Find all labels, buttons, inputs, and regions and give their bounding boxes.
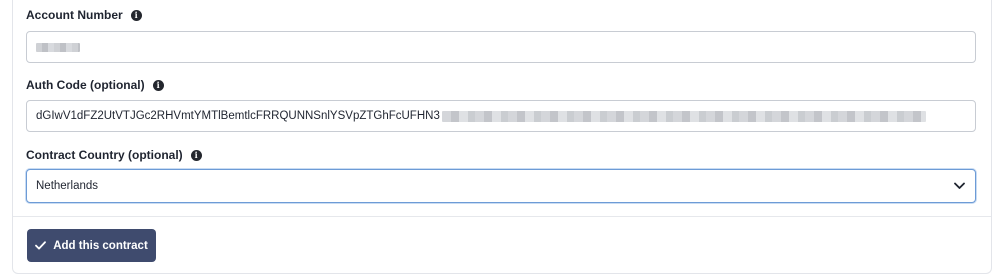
info-icon[interactable]: i	[152, 79, 164, 91]
contract-country-selected-value: Netherlands	[36, 180, 99, 192]
check-icon	[35, 240, 47, 251]
page: Account Number i Auth Code (optional) i …	[0, 0, 996, 280]
account-number-input[interactable]	[26, 31, 976, 63]
contract-country-label-text: Contract Country (optional)	[26, 148, 183, 162]
add-contract-button-label: Add this contract	[53, 239, 148, 252]
redacted-value	[36, 42, 80, 52]
info-icon[interactable]: i	[190, 149, 202, 161]
contract-country-label: Contract Country (optional) i	[26, 146, 202, 164]
auth-code-value: dGIwV1dFZ2UtVTJGc2RHVmtYMTlBemtlcFRRQUNN…	[36, 110, 440, 122]
account-number-label: Account Number i	[26, 6, 142, 24]
info-icon[interactable]: i	[130, 9, 142, 21]
contract-country-select[interactable]: Netherlands	[26, 169, 976, 203]
divider	[13, 216, 991, 217]
add-contract-button[interactable]: Add this contract	[27, 229, 156, 262]
auth-code-label: Auth Code (optional) i	[26, 76, 164, 94]
auth-code-input[interactable]: dGIwV1dFZ2UtVTJGc2RHVmtYMTlBemtlcFRRQUNN…	[26, 100, 976, 132]
redacted-value	[441, 110, 926, 122]
auth-code-label-text: Auth Code (optional)	[26, 78, 145, 92]
account-number-label-text: Account Number	[26, 8, 123, 22]
chevron-down-icon[interactable]	[953, 180, 965, 192]
